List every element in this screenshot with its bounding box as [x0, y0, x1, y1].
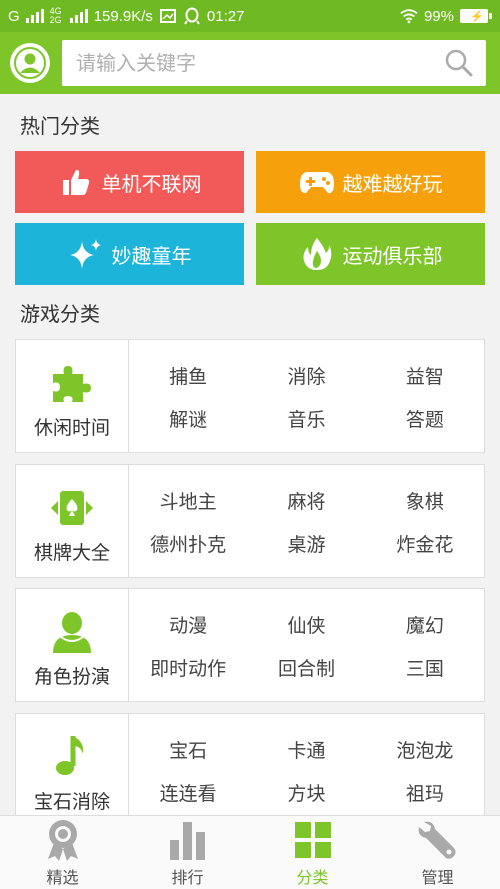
nav-manage[interactable]: 管理 — [375, 816, 500, 889]
category-tag[interactable]: 连连看 — [129, 771, 247, 814]
flame-icon — [299, 236, 335, 272]
category-tag[interactable]: 动漫 — [129, 603, 247, 646]
category-tag[interactable]: 德州扑克 — [129, 522, 247, 565]
hot-tile-label: 越难越好玩 — [342, 171, 443, 196]
nav-label: 管理 — [421, 867, 454, 887]
game-section-title: 游戏分类 — [20, 302, 100, 326]
category-tag[interactable]: 捕鱼 — [129, 354, 247, 397]
category-name: 休闲时间 — [33, 416, 110, 439]
category-tag[interactable]: 桌游 — [247, 522, 365, 565]
network-bottom-label: 2G — [49, 15, 62, 25]
category-head[interactable]: 角色扮演 — [16, 589, 129, 701]
network-type: 4G 2G — [50, 7, 62, 25]
award-icon — [41, 818, 85, 862]
category-tag[interactable]: 三国 — [366, 646, 484, 689]
picture-icon — [159, 7, 177, 25]
hot-tile-childhood[interactable]: 妙趣童年 — [15, 223, 244, 285]
network-speed: 159.9K/s — [93, 7, 153, 25]
sparkle-icon — [68, 236, 104, 272]
category-tag[interactable]: 炸金花 — [366, 522, 484, 565]
qq-icon — [183, 7, 201, 25]
category-tag[interactable]: 答题 — [366, 397, 484, 440]
hot-tile-sports[interactable]: 运动俱乐部 — [256, 223, 485, 285]
puzzle-icon — [48, 359, 96, 407]
category-card-rpg: 角色扮演 动漫 仙侠 魔幻 即时动作 回合制 三国 — [15, 588, 485, 702]
category-tag[interactable]: 音乐 — [247, 397, 365, 440]
nav-label: 精选 — [46, 867, 79, 887]
gamepad-icon — [299, 164, 335, 200]
hot-tile-label: 运动俱乐部 — [342, 243, 443, 268]
search-icon[interactable] — [444, 48, 474, 78]
battery-icon: ⚡ — [460, 9, 492, 23]
hot-tile-offline[interactable]: 单机不联网 — [15, 151, 244, 213]
wrench-icon — [416, 818, 460, 862]
category-tag[interactable]: 祖玛 — [366, 771, 484, 814]
signal-icon-2 — [69, 9, 88, 23]
category-tag[interactable]: 解谜 — [129, 397, 247, 440]
category-tag[interactable]: 回合制 — [247, 646, 365, 689]
category-head[interactable]: 休闲时间 — [16, 340, 129, 452]
category-card-gems: 宝石消除 宝石 卡通 泡泡龙 连连看 方块 祖玛 — [15, 713, 485, 827]
category-tag[interactable]: 象棋 — [366, 479, 484, 522]
thumbs-up-icon — [58, 164, 94, 200]
top-bar — [0, 32, 500, 94]
category-tag[interactable]: 仙侠 — [247, 603, 365, 646]
category-tag[interactable]: 魔幻 — [366, 603, 484, 646]
category-tag[interactable]: 益智 — [366, 354, 484, 397]
category-tag[interactable]: 麻将 — [247, 479, 365, 522]
category-tag[interactable]: 斗地主 — [129, 479, 247, 522]
status-bar: G 4G 2G 159.9K/s 01:27 99% ⚡ — [0, 0, 500, 32]
search-input[interactable] — [76, 51, 444, 75]
hot-tile-label: 单机不联网 — [101, 171, 202, 196]
category-tag[interactable]: 方块 — [247, 771, 365, 814]
category-card-board: 棋牌大全 斗地主 麻将 象棋 德州扑克 桌游 炸金花 — [15, 464, 485, 578]
nav-ranking[interactable]: 排行 — [125, 816, 250, 889]
category-tag[interactable]: 卡通 — [247, 728, 365, 771]
bar-chart-icon — [166, 818, 210, 862]
search-box[interactable] — [62, 40, 486, 86]
nav-category[interactable]: 分类 — [250, 816, 375, 889]
person-icon — [48, 608, 96, 656]
nav-featured[interactable]: 精选 — [0, 816, 125, 889]
battery-percent: 99% — [423, 7, 454, 25]
card-icon — [48, 484, 96, 532]
nav-label: 分类 — [296, 867, 329, 887]
category-head[interactable]: 棋牌大全 — [16, 465, 129, 577]
category-name: 棋牌大全 — [33, 541, 110, 564]
carrier-label: G — [8, 7, 20, 25]
hot-section-title: 热门分类 — [20, 114, 100, 138]
grid-icon — [291, 818, 335, 862]
bottom-nav: 精选 排行 分类 管理 — [0, 815, 500, 889]
nav-label: 排行 — [171, 867, 204, 887]
category-tag[interactable]: 泡泡龙 — [366, 728, 484, 771]
category-tag[interactable]: 即时动作 — [129, 646, 247, 689]
wifi-icon — [400, 7, 418, 25]
clock: 01:27 — [206, 7, 245, 25]
signal-icon — [25, 9, 44, 23]
category-card-casual: 休闲时间 捕鱼 消除 益智 解谜 音乐 答题 — [15, 339, 485, 453]
category-head[interactable]: 宝石消除 — [16, 714, 129, 826]
category-tag[interactable]: 消除 — [247, 354, 365, 397]
category-name: 角色扮演 — [33, 665, 110, 688]
music-note-icon — [48, 733, 96, 781]
hot-tile-label: 妙趣童年 — [111, 243, 192, 268]
category-tag[interactable]: 宝石 — [129, 728, 247, 771]
user-icon — [14, 47, 46, 79]
user-avatar-button[interactable] — [10, 43, 50, 83]
category-name: 宝石消除 — [33, 790, 110, 813]
hot-tile-hard[interactable]: 越难越好玩 — [256, 151, 485, 213]
